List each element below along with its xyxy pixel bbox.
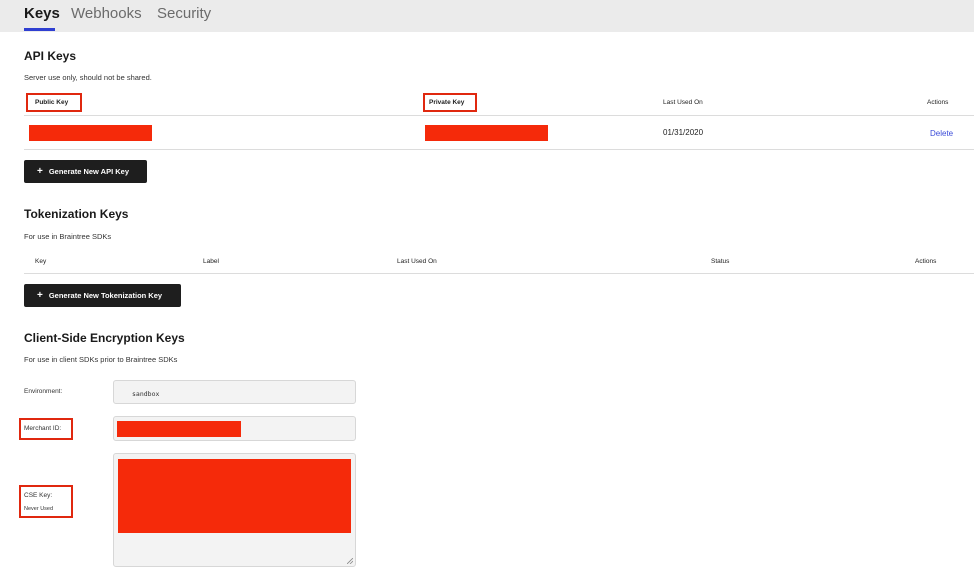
column-header-private-key: Private Key	[429, 99, 465, 106]
delete-api-key-link[interactable]: Delete	[930, 129, 953, 138]
column-header-public-key: Public Key	[35, 99, 69, 106]
column-header-actions-tokenization: Actions	[915, 258, 937, 265]
api-keys-subtitle: Server use only, should not be shared.	[24, 73, 152, 82]
cse-key-label-highlight	[19, 485, 73, 518]
cse-key-label: CSE Key:	[24, 492, 53, 499]
environment-label: Environment:	[24, 388, 63, 395]
merchant-id-redacted	[117, 421, 241, 437]
column-header-status: Status	[711, 258, 730, 265]
tokenization-keys-title: Tokenization Keys	[24, 207, 129, 221]
api-keys-title: API Keys	[24, 49, 77, 63]
generate-api-key-label: Generate New API Key	[48, 167, 130, 176]
api-key-last-used: 01/31/2020	[663, 128, 704, 137]
column-header-last-used: Last Used On	[663, 99, 703, 106]
column-header-key: Key	[35, 258, 47, 265]
active-tab-indicator	[24, 28, 55, 31]
public-key-redacted	[29, 125, 152, 141]
environment-value: sandbox	[132, 390, 160, 398]
plus-icon: +	[37, 289, 43, 301]
private-key-redacted	[425, 125, 548, 141]
merchant-id-label: Merchant ID:	[24, 425, 62, 432]
generate-tokenization-key-button[interactable]: + Generate New Tokenization Key	[24, 284, 181, 307]
column-header-last-used-on: Last Used On	[397, 258, 437, 265]
generate-tokenization-key-label: Generate New Tokenization Key	[48, 291, 163, 300]
generate-api-key-button[interactable]: + Generate New API Key	[24, 160, 147, 183]
tab-keys[interactable]: Keys	[24, 5, 60, 22]
column-header-actions: Actions	[927, 99, 949, 106]
cse-keys-subtitle: For use in client SDKs prior to Braintre…	[24, 355, 178, 364]
tab-security[interactable]: Security	[157, 5, 211, 22]
tab-webhooks[interactable]: Webhooks	[71, 5, 142, 22]
tokenization-keys-divider	[24, 273, 974, 274]
api-keys-row-divider	[24, 149, 974, 150]
environment-field[interactable]: sandbox	[113, 380, 356, 404]
cse-key-status: Never Used	[24, 506, 54, 512]
column-header-label: Label	[203, 258, 219, 265]
plus-icon: +	[37, 165, 43, 177]
cse-keys-title: Client-Side Encryption Keys	[24, 331, 185, 345]
tokenization-keys-subtitle: For use in Braintree SDKs	[24, 232, 112, 241]
api-keys-header-divider	[24, 115, 974, 116]
textarea-resize-icon[interactable]	[347, 558, 353, 564]
tab-bar: Keys Webhooks Security	[0, 0, 974, 32]
cse-key-redacted	[118, 459, 351, 533]
